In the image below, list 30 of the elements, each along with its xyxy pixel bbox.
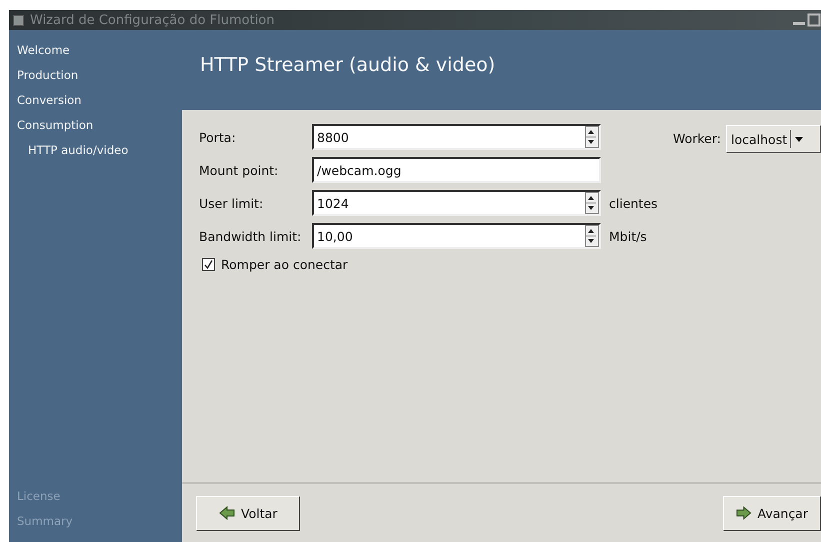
field-label: User limit: [199, 196, 264, 210]
worker-dropdown[interactable]: localhost [726, 125, 821, 153]
sidebar-item[interactable]: Conversion [9, 90, 182, 115]
maximize-icon[interactable] [807, 13, 821, 27]
worker-label: Worker: [672, 131, 721, 146]
unit-label: clientes [609, 196, 658, 210]
spin-arrows-icon[interactable] [585, 126, 599, 148]
spin-arrows-icon[interactable] [585, 192, 599, 214]
input-field[interactable]: 10,00 [312, 223, 601, 249]
sidebar-item[interactable]: Production [9, 65, 182, 90]
right-arrow-icon [736, 506, 752, 520]
window-title: Wizard de Configuração do Flumotion [30, 12, 276, 28]
left-arrow-icon [219, 506, 235, 520]
forward-button[interactable]: Avançar [723, 496, 821, 530]
page-title: HTTP Streamer (audio & video) [200, 54, 496, 76]
field-label: Bandwidth limit: [199, 228, 302, 244]
unit-label: Mbit/s [609, 228, 647, 244]
field-label: Mount point: [199, 162, 280, 178]
sidebar-item[interactable]: Welcome [9, 40, 182, 65]
window-menu-icon[interactable] [13, 14, 24, 26]
spin-arrows-icon[interactable] [585, 225, 599, 247]
field-label: Porta: [199, 130, 237, 144]
input-field[interactable]: 1024 [312, 190, 601, 216]
input-field[interactable]: 8800 [312, 124, 601, 150]
input-field[interactable]: /webcam.ogg [312, 157, 601, 183]
sidebar-item[interactable]: Consumption [9, 115, 182, 140]
back-button[interactable]: Voltar [196, 496, 300, 530]
dropdown-arrow-icon [794, 135, 804, 143]
checkbox-icon[interactable] [202, 258, 215, 271]
sidebar-item[interactable]: HTTP audio/video [9, 140, 182, 165]
